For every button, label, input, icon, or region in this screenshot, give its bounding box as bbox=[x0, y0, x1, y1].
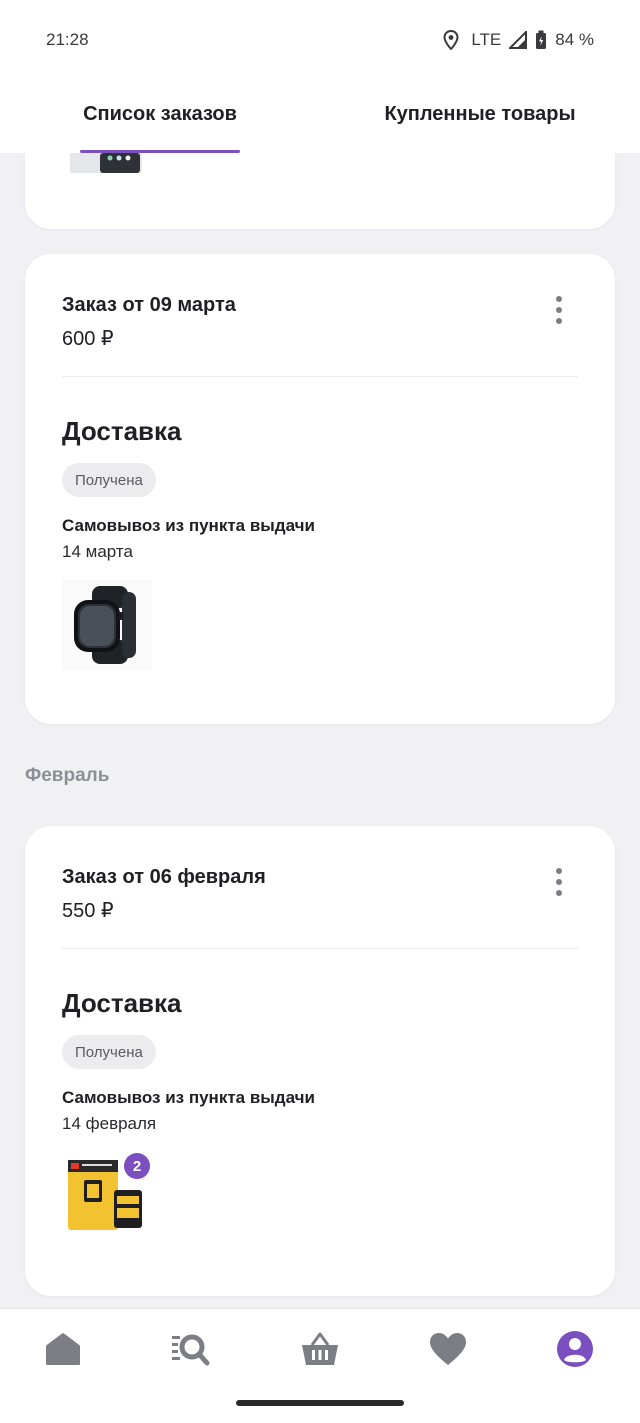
battery-icon bbox=[536, 30, 547, 49]
order-card[interactable]: Заказ от 06 февраля 550 ₽ Доставка Получ… bbox=[25, 826, 615, 1296]
status-badge: Получена bbox=[62, 463, 156, 497]
tab-order-list[interactable]: Список заказов bbox=[0, 80, 320, 153]
delivery-method: Самовывоз из пункта выдачи bbox=[62, 516, 315, 535]
order-menu-button[interactable] bbox=[543, 290, 575, 330]
nav-favorites[interactable] bbox=[428, 1329, 468, 1369]
orders-list[interactable]: Заказ от 09 марта 600 ₽ Доставка Получен… bbox=[0, 153, 640, 1308]
delivery-method: Самовывоз из пункта выдачи bbox=[62, 1088, 315, 1107]
battery-percent: 84 % bbox=[555, 30, 594, 49]
nav-catalog-search[interactable] bbox=[170, 1329, 210, 1369]
status-indicators: LTE 84 % bbox=[443, 30, 594, 50]
nav-basket[interactable] bbox=[300, 1329, 340, 1369]
dot bbox=[556, 868, 562, 874]
order-card-previous[interactable] bbox=[25, 153, 615, 229]
tab-purchased-items-label: Купленные товары bbox=[384, 103, 576, 125]
tab-purchased-items[interactable]: Купленные товары bbox=[320, 80, 640, 153]
signal-icon bbox=[509, 31, 528, 49]
delivery-section-title: Доставка bbox=[62, 416, 182, 446]
delivery-date: 14 февраля bbox=[62, 1114, 157, 1133]
home-icon bbox=[46, 1333, 80, 1365]
orders-tabs: Список заказов Купленные товары bbox=[0, 80, 640, 153]
order-menu-button[interactable] bbox=[543, 862, 575, 902]
home-indicator[interactable] bbox=[236, 1400, 404, 1406]
status-time: 21:28 bbox=[46, 30, 89, 49]
divider bbox=[62, 376, 578, 377]
divider bbox=[62, 948, 578, 949]
nav-profile[interactable] bbox=[555, 1329, 595, 1369]
status-badge: Получена bbox=[62, 1035, 156, 1069]
dot bbox=[556, 296, 562, 302]
dot bbox=[556, 318, 562, 324]
status-bar: 21:28 LTE 84 % bbox=[0, 0, 640, 80]
heart-icon bbox=[430, 1333, 466, 1365]
network-label: LTE bbox=[471, 30, 502, 49]
dot bbox=[556, 307, 562, 313]
profile-icon bbox=[557, 1331, 593, 1367]
dot bbox=[556, 879, 562, 885]
item-count-badge: 2 bbox=[124, 1153, 150, 1179]
catalog-search-icon bbox=[172, 1334, 210, 1366]
month-label: Февраль bbox=[25, 765, 110, 786]
order-price: 600 ₽ bbox=[62, 328, 114, 350]
product-thumbnail-phone-box[interactable] bbox=[70, 153, 142, 175]
product-thumbnail-smartwatch[interactable] bbox=[62, 580, 152, 670]
basket-icon bbox=[302, 1332, 338, 1365]
delivery-section-title: Доставка bbox=[62, 988, 182, 1018]
order-price: 550 ₽ bbox=[62, 900, 114, 922]
order-title: Заказ от 09 марта bbox=[62, 294, 236, 316]
order-card[interactable]: Заказ от 09 марта 600 ₽ Доставка Получен… bbox=[25, 254, 615, 724]
tab-order-list-label: Список заказов bbox=[83, 103, 237, 125]
location-icon bbox=[443, 30, 459, 50]
order-title: Заказ от 06 февраля bbox=[62, 866, 266, 888]
nav-home[interactable] bbox=[43, 1329, 83, 1369]
delivery-date: 14 марта bbox=[62, 542, 133, 561]
dot bbox=[556, 890, 562, 896]
